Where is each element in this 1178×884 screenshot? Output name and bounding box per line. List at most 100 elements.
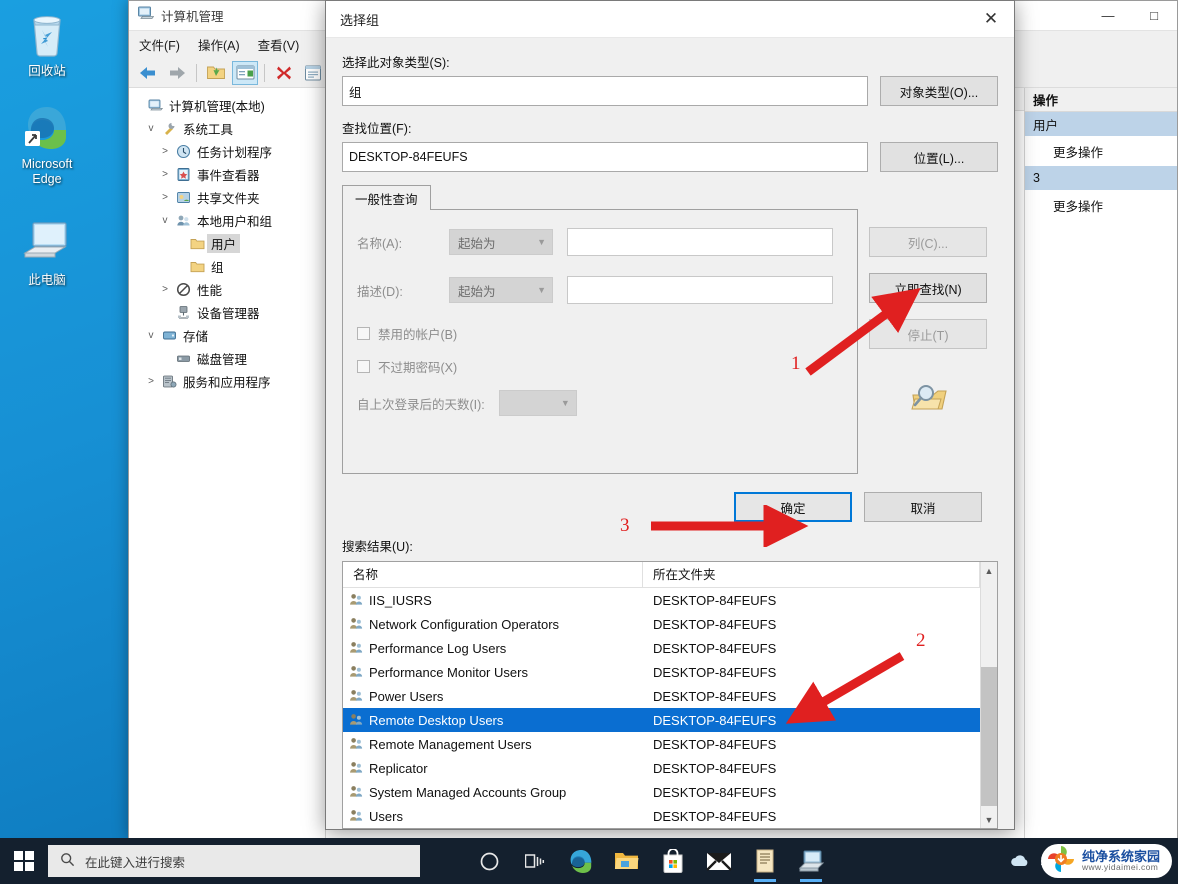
notepad-icon[interactable]	[742, 838, 788, 884]
watermark-url: www.yidaimei.com	[1081, 862, 1159, 873]
table-row[interactable]: Users DESKTOP-84FEUFS	[343, 804, 980, 828]
this-pc-icon	[2, 219, 92, 269]
tree-node-device-manager[interactable]: 设备管理器	[129, 301, 325, 324]
up-folder-icon[interactable]	[203, 61, 229, 85]
tree-expander[interactable]: >	[157, 192, 173, 203]
actions-pane-header: 操作	[1025, 88, 1177, 112]
actions-more-actions[interactable]: 更多操作	[1025, 190, 1177, 220]
tree-expander[interactable]: v	[143, 330, 159, 341]
microsoft-store-icon[interactable]	[650, 838, 696, 884]
disabled-accounts-label: 禁用的帐户(B)	[378, 328, 458, 342]
task-view-icon[interactable]	[512, 838, 558, 884]
tree-node-disk-management[interactable]: 磁盘管理	[129, 347, 325, 370]
cancel-button[interactable]: 取消	[864, 492, 982, 522]
tree-node-system-tools[interactable]: v 系统工具	[129, 117, 325, 140]
search-input[interactable]: 在此键入进行搜索	[48, 845, 420, 877]
services-icon	[159, 374, 179, 389]
table-row[interactable]: Network Configuration Operators DESKTOP-…	[343, 612, 980, 636]
tree-expander[interactable]: >	[157, 146, 173, 157]
close-icon[interactable]: ✕	[968, 1, 1014, 38]
maximize-button[interactable]: □	[1131, 1, 1177, 31]
result-folder: DESKTOP-84FEUFS	[653, 592, 777, 608]
tree-expander[interactable]: >	[157, 169, 173, 180]
stop-button[interactable]: 停止(T)	[869, 319, 987, 349]
ok-button[interactable]: 确定	[734, 492, 852, 522]
mail-icon[interactable]	[696, 838, 742, 884]
tree-node-storage[interactable]: v 存储	[129, 324, 325, 347]
name-label: 名称(A):	[357, 236, 403, 251]
locations-button[interactable]: 位置(L)...	[880, 142, 998, 172]
chevron-down-icon: ▼	[537, 237, 546, 247]
description-condition-select[interactable]: 起始为 ▼	[449, 277, 553, 303]
name-condition-select[interactable]: 起始为 ▼	[449, 229, 553, 255]
columns-button[interactable]: 列(C)...	[869, 227, 987, 257]
desktop-icon-edge[interactable]: Microsoft Edge	[2, 103, 92, 187]
tree-node-shared-folders[interactable]: > 共享文件夹	[129, 186, 325, 209]
tab-common-queries[interactable]: 一般性查询	[342, 185, 431, 210]
tree-expander[interactable]: >	[143, 376, 159, 387]
device-manager-icon	[173, 305, 193, 320]
tree-node-groups[interactable]: 组	[129, 255, 325, 278]
file-explorer-icon[interactable]	[604, 838, 650, 884]
forward-icon[interactable]	[164, 61, 190, 85]
actions-more-actions[interactable]: 更多操作	[1025, 136, 1177, 166]
tree-node-label: 磁盘管理	[197, 353, 248, 367]
menu-view[interactable]: 查看(V)	[258, 35, 300, 54]
name-query-row: 名称(A): 起始为 ▼	[357, 228, 843, 256]
description-input[interactable]	[567, 276, 833, 304]
results-scrollbar[interactable]: ▲ ▼	[980, 562, 997, 828]
location-field[interactable]: DESKTOP-84FEUFS	[342, 142, 868, 172]
minimize-button[interactable]: —	[1085, 1, 1131, 31]
disabled-accounts-checkbox[interactable]: 禁用的帐户(B)	[357, 324, 843, 343]
non-expiring-password-checkbox[interactable]: 不过期密码(X)	[357, 357, 843, 376]
desktop-icon-label: 此电脑	[28, 273, 66, 287]
table-row[interactable]: Power Users DESKTOP-84FEUFS	[343, 684, 980, 708]
tree-node-root[interactable]: 计算机管理(本地)	[129, 94, 325, 117]
table-row[interactable]: IIS_IUSRS DESKTOP-84FEUFS	[343, 588, 980, 612]
days-since-login-select[interactable]: ▼	[498, 390, 577, 416]
menu-action[interactable]: 操作(A)	[198, 35, 240, 54]
scroll-down-icon[interactable]: ▼	[981, 811, 997, 828]
edge-icon[interactable]	[558, 838, 604, 884]
windows-start-icon[interactable]	[0, 838, 48, 884]
checkbox-box	[357, 327, 370, 340]
table-row[interactable]: Remote Desktop Users DESKTOP-84FEUFS	[343, 708, 980, 732]
scrollbar-thumb[interactable]	[981, 667, 997, 807]
scrollbar-track[interactable]	[981, 579, 997, 811]
tree-node-users[interactable]: 用户	[129, 232, 325, 255]
tree-node-event-viewer[interactable]: > 事件查看器	[129, 163, 325, 186]
desktop-icon-this-pc[interactable]: 此电脑	[2, 219, 92, 288]
object-types-button[interactable]: 对象类型(O)...	[880, 76, 998, 106]
tree-node-performance[interactable]: > 性能	[129, 278, 325, 301]
cortana-icon[interactable]	[466, 838, 512, 884]
find-now-button[interactable]: 立即查找(N)	[869, 273, 987, 303]
back-icon[interactable]	[135, 61, 161, 85]
table-row[interactable]: System Managed Accounts Group DESKTOP-84…	[343, 780, 980, 804]
delete-icon[interactable]	[271, 61, 297, 85]
column-header-folder[interactable]: 所在文件夹	[643, 562, 980, 588]
object-type-field[interactable]: 组	[342, 76, 868, 106]
tree-node-task-scheduler[interactable]: > 任务计划程序	[129, 140, 325, 163]
computer-management-icon[interactable]	[788, 838, 834, 884]
group-icon	[349, 760, 364, 777]
column-header-name[interactable]: 名称	[343, 562, 643, 588]
table-row[interactable]: Replicator DESKTOP-84FEUFS	[343, 756, 980, 780]
shared-folder-icon	[173, 190, 193, 205]
tree-node-local-users-groups[interactable]: v 本地用户和组	[129, 209, 325, 232]
name-input[interactable]	[567, 228, 833, 256]
properties-icon[interactable]	[300, 61, 326, 85]
table-row[interactable]: Remote Management Users DESKTOP-84FEUFS	[343, 732, 980, 756]
table-row[interactable]: Performance Log Users DESKTOP-84FEUFS	[343, 636, 980, 660]
tree-expander[interactable]: >	[157, 284, 173, 295]
scroll-up-icon[interactable]: ▲	[981, 562, 997, 579]
cloud-icon[interactable]	[1009, 853, 1031, 869]
menu-file[interactable]: 文件(F)	[139, 35, 180, 54]
tree-node-services-applications[interactable]: > 服务和应用程序	[129, 370, 325, 393]
show-pane-icon[interactable]	[232, 60, 258, 85]
search-results-list[interactable]: 名称 所在文件夹 IIS_IUSRS DESKTOP-84FEUFS Netwo…	[342, 561, 998, 829]
results-header-row: 名称 所在文件夹	[343, 562, 980, 588]
table-row[interactable]: Performance Monitor Users DESKTOP-84FEUF…	[343, 660, 980, 684]
tree-expander[interactable]: v	[143, 123, 159, 134]
desktop-icon-recycle-bin[interactable]: 回收站	[2, 10, 92, 79]
tree-expander[interactable]: v	[157, 215, 173, 226]
